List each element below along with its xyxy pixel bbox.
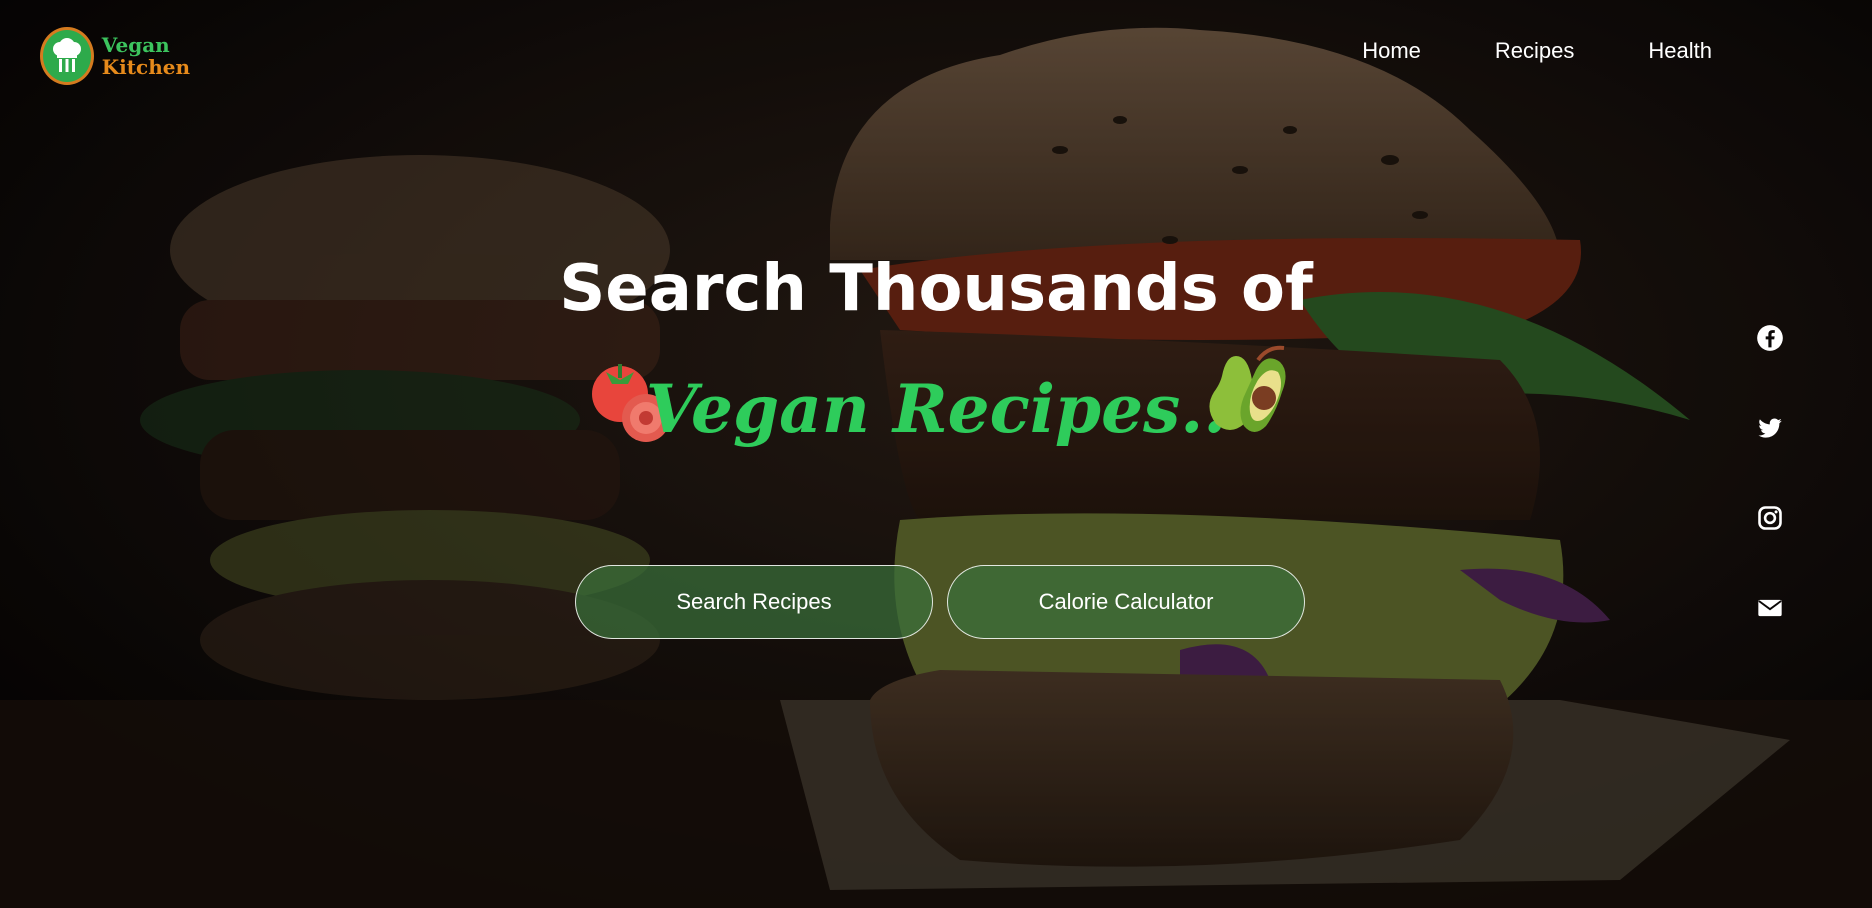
site-logo[interactable]: Vegan Kitchen — [40, 24, 190, 88]
nav-link-recipes[interactable]: Recipes — [1495, 38, 1574, 64]
logo-text-vegan: Vegan — [101, 33, 170, 57]
nav-link-home[interactable]: Home — [1362, 38, 1421, 64]
logo-text-kitchen: Kitchen — [101, 55, 190, 79]
mail-icon[interactable] — [1756, 594, 1784, 622]
hero-section: Search Thousands of Vegan Recipes.. Sear… — [0, 0, 1872, 908]
hero-headline-line1: Search Thousands of — [559, 252, 1313, 326]
main-nav: Home Recipes Health — [1362, 38, 1712, 64]
instagram-icon[interactable] — [1756, 504, 1784, 532]
hero-headline-line2: Vegan Recipes.. — [645, 370, 1227, 448]
navbar: Vegan Kitchen Home Recipes Health — [0, 0, 1872, 110]
chef-hat-logo-icon — [40, 27, 94, 85]
twitter-icon[interactable] — [1756, 414, 1784, 442]
facebook-icon[interactable] — [1756, 324, 1784, 352]
avocado-icon — [1196, 340, 1300, 444]
calorie-calculator-button[interactable]: Calorie Calculator — [947, 565, 1305, 639]
social-links — [1756, 324, 1784, 622]
nav-link-health[interactable]: Health — [1648, 38, 1712, 64]
search-recipes-button[interactable]: Search Recipes — [575, 565, 933, 639]
